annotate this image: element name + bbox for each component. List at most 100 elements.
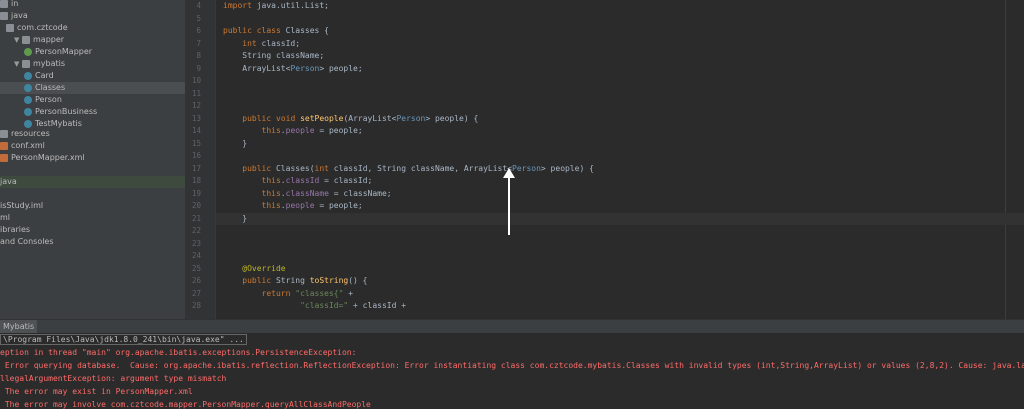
expand-arrow-icon[interactable]: ▼	[14, 34, 22, 46]
console-error-line: llegalArgumentException: argument type m…	[0, 374, 227, 383]
run-console[interactable]: \Program Files\Java\jdk1.8.0_241\bin\jav…	[0, 333, 1024, 409]
code-text: ArrayList<Person> people;	[223, 63, 363, 73]
code-text: public void setPeople(ArrayList<Person> …	[242, 113, 479, 123]
line-number: 23	[191, 238, 201, 248]
line-number: 24	[191, 251, 201, 260]
code-line[interactable]	[216, 100, 1024, 113]
folder-icon	[0, 129, 8, 138]
code-line[interactable]: public void setPeople(ArrayList<Person> …	[216, 113, 1024, 126]
tree-item[interactable]: Person	[0, 94, 185, 106]
tree-item[interactable]: isStudy.iml	[0, 200, 185, 212]
code-line[interactable]	[216, 150, 1024, 163]
code-line[interactable]: import java.util.List;	[216, 0, 1024, 13]
tree-item[interactable]: ml	[0, 212, 185, 224]
line-number: 25	[191, 263, 201, 273]
package-icon	[22, 59, 30, 68]
code-line[interactable]: this.people = people;	[216, 200, 1024, 213]
tree-item[interactable]: Classes	[0, 82, 185, 94]
console-error-line: The error may involve com.cztcode.mapper…	[0, 400, 371, 409]
console-command-line: \Program Files\Java\jdk1.8.0_241\bin\jav…	[0, 334, 247, 346]
tree-item-label: java	[0, 177, 17, 186]
console-error-line: eption in thread "main" org.apache.ibati…	[0, 348, 357, 357]
code-line[interactable]: }	[216, 138, 1024, 151]
tree-item[interactable]	[0, 188, 185, 200]
line-number: 26	[191, 276, 201, 285]
line-number: 28	[191, 301, 201, 310]
code-line[interactable]: this.classId = classId;	[216, 175, 1024, 188]
package-icon	[6, 23, 14, 32]
code-line[interactable]: return "classes{" +	[216, 288, 1024, 301]
line-number: 11	[191, 88, 201, 98]
code-text: public class Classes {	[223, 26, 329, 35]
tree-item[interactable]: java	[0, 176, 185, 188]
code-line[interactable]	[216, 238, 1024, 251]
tree-item-label: mybatis	[33, 59, 66, 68]
tree-item[interactable]: PersonMapper	[0, 46, 185, 58]
tree-item[interactable]: ▼ mybatis	[0, 58, 185, 70]
tree-item[interactable]: ▼ mapper	[0, 34, 185, 46]
tree-item[interactable]: ibraries	[0, 224, 185, 236]
folder-icon	[0, 0, 8, 8]
tree-item-label: Person	[35, 95, 62, 104]
code-line[interactable]: public String toString() {	[216, 275, 1024, 288]
interface-icon	[24, 47, 32, 56]
xml-icon	[0, 153, 8, 162]
code-text: this.people = people;	[261, 126, 363, 135]
code-text: "classId=" + classId +	[300, 301, 407, 310]
tree-item[interactable]: PersonMapper.xml	[0, 152, 185, 164]
xml-icon	[0, 141, 8, 150]
code-line[interactable]: String className;	[216, 50, 1024, 63]
tree-item-label: PersonMapper.xml	[11, 153, 85, 162]
class-icon	[24, 83, 32, 92]
code-line[interactable]: "classId=" + classId +	[216, 300, 1024, 313]
tree-item-label: ibraries	[0, 225, 31, 234]
code-line[interactable]: public class Classes {	[216, 25, 1024, 38]
code-line[interactable]	[216, 13, 1024, 26]
tree-item-label: resources	[11, 129, 50, 138]
code-text: this.people = people;	[261, 201, 363, 210]
tree-item[interactable]	[0, 164, 185, 176]
tree-item[interactable]: and Consoles	[0, 236, 185, 248]
code-line[interactable]: }	[216, 212, 1024, 225]
folder-icon	[0, 11, 8, 20]
line-number: 20	[191, 201, 201, 210]
line-number: 12	[191, 101, 201, 110]
tree-item-label: java	[11, 11, 28, 20]
code-line[interactable]	[216, 225, 1024, 238]
package-icon	[22, 35, 30, 44]
tree-item-label: in	[11, 0, 19, 8]
run-tab-mybatis[interactable]: Mybatis	[0, 320, 38, 333]
code-line[interactable]: this.people = people;	[216, 125, 1024, 138]
tree-item-label: ml	[0, 213, 11, 222]
tree-item[interactable]: Card	[0, 70, 185, 82]
code-line[interactable]: this.className = className;	[216, 188, 1024, 201]
run-tool-window-header: Mybatis	[0, 319, 1024, 333]
code-text: this.className = className;	[261, 188, 392, 198]
code-line[interactable]	[216, 250, 1024, 263]
tree-item[interactable]: PersonBusiness	[0, 106, 185, 118]
tree-item[interactable]: java	[0, 10, 185, 22]
code-line[interactable]	[216, 75, 1024, 88]
code-text: String className;	[223, 51, 325, 60]
tree-item[interactable]: conf.xml	[0, 140, 185, 152]
expand-arrow-icon[interactable]: ▼	[14, 58, 22, 70]
code-line[interactable]: @Override	[216, 263, 1024, 276]
tree-item[interactable]: resources	[0, 128, 185, 140]
code-line[interactable]: public Classes(int classId, String class…	[216, 163, 1024, 176]
code-line[interactable]: int classId;	[216, 38, 1024, 51]
line-number: 4	[196, 1, 201, 10]
class-icon	[24, 95, 32, 104]
tree-item[interactable]: in	[0, 0, 185, 10]
code-line[interactable]: ArrayList<Person> people;	[216, 63, 1024, 76]
code-line[interactable]	[216, 88, 1024, 101]
line-number: 10	[191, 76, 201, 85]
class-icon	[24, 71, 32, 80]
tree-item[interactable]: com.cztcode	[0, 22, 185, 34]
